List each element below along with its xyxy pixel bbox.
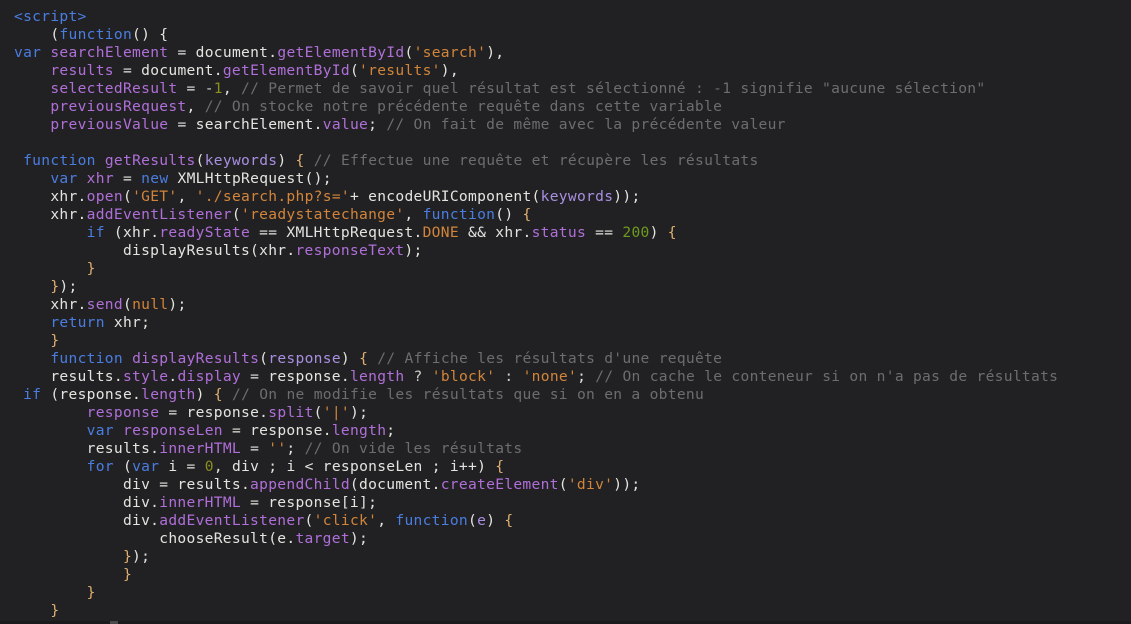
code-line: previousRequest, // On stocke notre préc… (50, 98, 723, 115)
code-line: var responseLen = response.length; (86, 422, 396, 439)
code-line: results.innerHTML = ''; // On vide les r… (14, 440, 523, 457)
code-line: selectedResult = -1, // Permet de savoir… (50, 80, 986, 97)
code-editor-viewport[interactable]: <script> (function() { var searchElement… (0, 0, 1131, 624)
code-line: previousValue = searchElement.value; // … (50, 116, 786, 133)
code-line: chooseResult(e.target); (14, 530, 369, 547)
code-line: function displayResults(response) { // A… (50, 350, 723, 367)
code-line: } (50, 602, 60, 619)
code-line: for (var i = 0, div ; i < responseLen ; … (86, 458, 505, 475)
code-line: xhr.open('GET', './search.php?s='+ encod… (14, 188, 641, 205)
code-line: var xhr = new XMLHttpRequest(); (50, 170, 332, 187)
code-line: div.addEventListener('click', function(e… (14, 512, 514, 529)
code-line: }); (50, 278, 78, 295)
code-line: return xhr; (50, 314, 151, 331)
code-line: } (86, 584, 96, 601)
code-line: xhr.send(null); (14, 296, 187, 313)
code-line: (function() { (14, 26, 169, 43)
code-line: results = document.getElementById('resul… (50, 62, 459, 79)
code-line: } (50, 332, 60, 349)
code-line: } (122, 566, 133, 583)
code-line: }); (122, 548, 151, 565)
code-line: function getResults(keywords) { // Effec… (23, 152, 759, 169)
code-line: results.style.display = response.length … (14, 368, 1059, 385)
code-line: if (xhr.readyState == XMLHttpRequest.DON… (86, 224, 677, 241)
code-line: var searchElement = document.getElementB… (14, 44, 505, 61)
code-line: if (response.length) { // On ne modifie … (23, 386, 705, 403)
code-line: displayResults(xhr.responseText); (14, 242, 423, 259)
code-line: } (86, 260, 96, 277)
code-line: <script> (14, 8, 87, 25)
code-line: response = response.split('|'); (86, 404, 369, 421)
code-line: div = results.appendChild(document.creat… (14, 476, 641, 493)
code-line: xhr.addEventListener('readystatechange',… (14, 206, 532, 223)
code-line: div.innerHTML = response[i]; (14, 494, 378, 511)
